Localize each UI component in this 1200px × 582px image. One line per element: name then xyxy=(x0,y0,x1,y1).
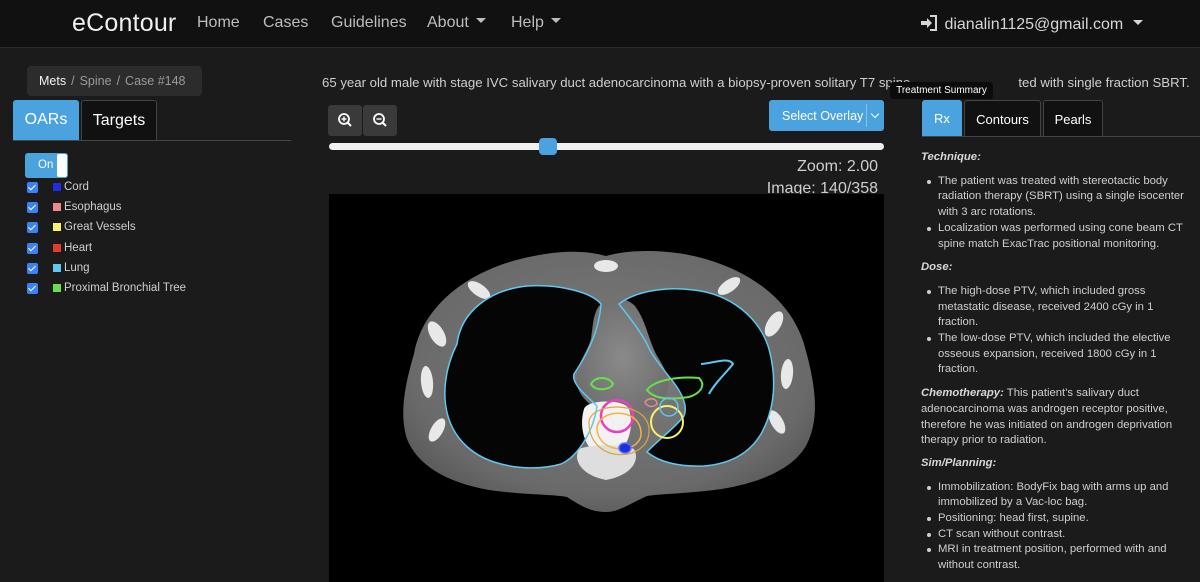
oar-label: Proximal Bronchial Tree xyxy=(64,282,187,294)
breadcrumb-spine[interactable]: Spine xyxy=(80,74,112,88)
caret-down-icon xyxy=(1133,20,1144,26)
treatment-summary-tooltip: Treatment Summary xyxy=(890,82,993,99)
zoom-out-button[interactable] xyxy=(363,105,397,136)
sim-planning-list: Immobilization: BodyFix bag with arms up… xyxy=(921,480,1189,574)
toggle-label: On xyxy=(38,159,54,171)
oar-label: Cord xyxy=(64,181,89,193)
case-description-text: 65 year old male with stage IVC salivary… xyxy=(322,75,911,90)
nav-link-guidelines[interactable]: Guidelines xyxy=(331,14,407,32)
color-swatch xyxy=(53,284,61,292)
list-item: Immobilization: BodyFix bag with arms up… xyxy=(921,480,1189,511)
zoom-in-icon xyxy=(338,113,352,127)
user-email: dianalin1125@gmail.com xyxy=(944,16,1124,33)
tab-targets[interactable]: Targets xyxy=(81,100,157,140)
list-item: The patient was treated with stereotacti… xyxy=(921,174,1189,221)
case-description-tail: ted with single fraction SBRT. xyxy=(1018,75,1190,90)
oar-label: Heart xyxy=(64,242,93,254)
chemotherapy-heading: Chemotherapy: xyxy=(921,387,1004,400)
list-item: The low-dose PTV, which included the ele… xyxy=(921,331,1189,378)
ct-image-viewer[interactable] xyxy=(329,194,884,582)
select-overlay-button[interactable]: Select Overlay xyxy=(769,100,884,131)
checkbox[interactable] xyxy=(27,263,38,274)
caret-down-icon xyxy=(475,18,486,24)
zoom-readout: Zoom: 2.00 xyxy=(797,158,878,175)
right-tab-bar: Rx Contours Pearls xyxy=(922,100,1200,137)
breadcrumb-case: Case #148 xyxy=(125,74,186,88)
checkbox[interactable] xyxy=(27,222,38,233)
tab-oars[interactable]: OARs xyxy=(13,100,79,140)
nav-link-home[interactable]: Home xyxy=(197,14,240,32)
select-overlay-label: Select Overlay xyxy=(782,109,864,123)
user-menu[interactable]: dianalin1125@gmail.com xyxy=(920,14,1144,34)
technique-list: The patient was treated with stereotacti… xyxy=(921,174,1189,253)
chevron-down-icon xyxy=(870,109,880,119)
tab-contours[interactable]: Contours xyxy=(964,100,1041,136)
brand-logo[interactable]: eContour xyxy=(72,9,176,38)
toggle-knob xyxy=(57,154,67,177)
list-item: CT scan without contrast. xyxy=(921,527,1189,543)
left-tab-bar: OARs Targets xyxy=(13,100,291,141)
color-swatch xyxy=(53,203,61,211)
color-swatch xyxy=(53,244,61,252)
oar-label: Esophagus xyxy=(64,201,122,213)
zoom-out-icon xyxy=(373,113,387,127)
oar-label: Great Vessels xyxy=(64,221,136,233)
color-swatch xyxy=(53,183,61,191)
rx-summary: Technique: The patient was treated with … xyxy=(921,150,1189,582)
nav-dropdown-about[interactable]: About xyxy=(427,14,486,32)
nav-help-label: Help xyxy=(511,14,544,31)
zoom-in-button[interactable] xyxy=(328,105,362,136)
caret-down-icon xyxy=(550,18,561,24)
color-swatch xyxy=(53,223,61,231)
image-slider-thumb[interactable] xyxy=(539,138,557,155)
color-swatch xyxy=(53,264,61,272)
image-slider-track[interactable] xyxy=(329,143,884,150)
case-description: 65 year old male with stage IVC salivary… xyxy=(322,75,1190,90)
checkbox[interactable] xyxy=(27,182,38,193)
nav-link-cases[interactable]: Cases xyxy=(263,14,308,32)
contours-toggle[interactable]: On xyxy=(25,153,68,178)
nav-dropdown-help[interactable]: Help xyxy=(511,14,561,32)
dose-heading: Dose: xyxy=(921,261,953,274)
breadcrumb: Mets / Spine / Case #148 xyxy=(27,66,202,96)
list-item: The high-dose PTV, which included gross … xyxy=(921,284,1189,331)
list-item: Localization was performed using cone be… xyxy=(921,221,1189,252)
checkbox[interactable] xyxy=(27,202,38,213)
tab-rx[interactable]: Rx xyxy=(922,100,962,136)
ct-slice-image xyxy=(403,250,815,512)
list-item: Positioning: head first, supine. xyxy=(921,511,1189,527)
checkbox[interactable] xyxy=(27,243,38,254)
list-item: MRI in treatment position, performed wit… xyxy=(921,542,1189,573)
sim-planning-heading: Sim/Planning: xyxy=(921,456,997,469)
dose-list: The high-dose PTV, which included gross … xyxy=(921,284,1189,378)
top-navbar: eContour Home Cases Guidelines About Hel… xyxy=(0,0,1200,48)
breadcrumb-mets[interactable]: Mets xyxy=(39,74,66,88)
oar-label: Lung xyxy=(64,262,90,274)
tab-pearls[interactable]: Pearls xyxy=(1043,100,1103,136)
technique-heading: Technique: xyxy=(921,151,981,163)
checkbox[interactable] xyxy=(27,283,38,294)
nav-about-label: About xyxy=(427,14,469,31)
sign-in-icon xyxy=(920,14,938,31)
chemotherapy-paragraph: Chemotherapy: This patient's salivary du… xyxy=(921,386,1189,449)
